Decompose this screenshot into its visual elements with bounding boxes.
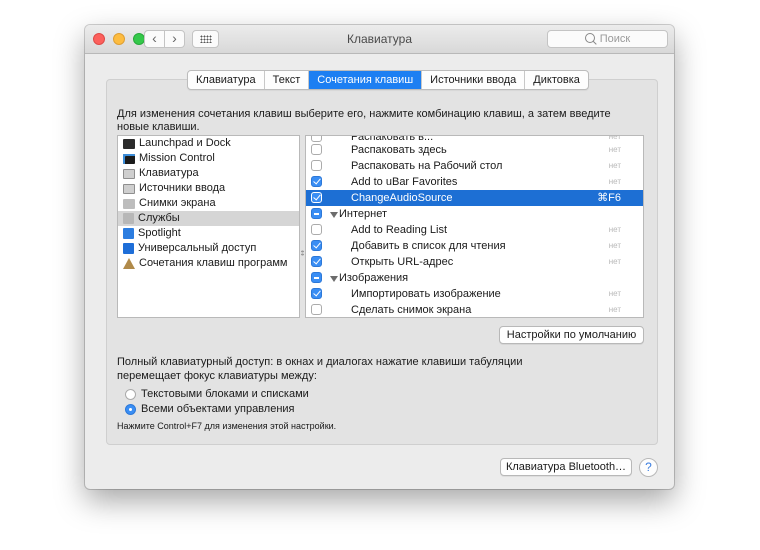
category-label: Универсальный доступ [138,242,257,254]
shortcut-row[interactable]: Импортировать изображение нет [306,286,643,302]
shortcut-label: Сделать снимок экрана [351,304,472,316]
shortcut-label: Открыть URL-адрес [351,256,454,268]
shortcut-row[interactable]: Add to Reading List нет [306,222,643,238]
tab-3[interactable]: Источники ввода [422,71,526,89]
shortcut-key[interactable]: нет [609,174,621,190]
category-item[interactable]: Spotlight [118,226,299,241]
category-label: Клавиатура [139,167,199,179]
shortcut-key[interactable]: нет [609,254,621,270]
shortcut-group-row[interactable]: Изображения [306,270,643,286]
tab-4[interactable]: Диктовка [525,71,588,89]
search-placeholder: Поиск [599,33,631,45]
shortcut-label: Add to Reading List [351,224,448,236]
tab-0[interactable]: Клавиатура [188,71,265,89]
preferences-window: ‹ › Клавиатура Поиск Клавиатура Текст Соче… [85,25,674,489]
shortcut-row[interactable]: ChangeAudioSource ⌘F6 [306,190,643,206]
shortcut-note: Нажмите Control+F7 для изменения этой на… [117,421,337,431]
shortcut-label: Импортировать изображение [351,288,501,300]
shortcut-key[interactable]: нет [609,158,621,174]
shortcut-key[interactable]: нет [609,286,621,302]
shortcut-label: Распаковать в... [351,136,434,142]
search-field[interactable]: Поиск [547,30,668,48]
category-label: Службы [138,212,180,224]
accessibility-icon [123,243,134,254]
radio-button[interactable] [125,403,136,415]
keyboard-icon [123,168,135,179]
shortcut-row[interactable]: Сделать снимок экрана нет [306,302,643,317]
launchpad-icon [123,138,135,149]
radio-label: Текстовыми блоками и списками [141,388,309,400]
shortcut-label: Изображения [339,272,409,284]
shortcut-row[interactable]: Распаковать здесь нет [306,142,643,158]
tab-bar: Клавиатура Текст Сочетания клавиш Источники… [187,70,589,90]
shortcut-list[interactable]: Распаковать в... нет Распаковать здесь нет Р… [305,135,644,318]
shortcut-row[interactable]: Добавить в список для чтения нет [306,238,643,254]
radio-all-controls[interactable]: Всеми объектами управления [125,402,295,416]
input-sources-icon [123,183,135,194]
shortcut-checkbox[interactable] [311,240,322,251]
category-list[interactable]: Launchpad и Dock Mission Control Клавиатур… [117,135,300,318]
shortcut-checkbox[interactable] [311,272,322,283]
radio-label: Всеми объектами управления [141,403,295,415]
radio-button[interactable] [125,388,136,400]
category-item[interactable]: Сочетания клавиш программ [118,256,299,271]
shortcut-row[interactable]: Add to uBar Favorites нет [306,174,643,190]
search-icon [584,33,595,43]
shortcut-key[interactable]: нет [609,302,621,317]
shortcut-checkbox[interactable] [311,208,322,219]
full-keyboard-access-text: Полный клавиатурный доступ: в окнах и ди… [117,356,523,382]
shortcut-key[interactable]: нет [609,222,621,238]
shortcut-label: Распаковать здесь [351,144,447,156]
tab-2[interactable]: Сочетания клавиш [309,71,423,89]
shortcut-checkbox[interactable] [311,144,322,155]
category-label: Снимки экрана [139,197,216,209]
shortcut-group-row[interactable]: Интернет [306,206,643,222]
shortcut-key[interactable]: нет [609,136,621,141]
services-gear-icon [123,213,134,224]
instructions-text: Для изменения сочетания клавиш выберите … [117,108,611,133]
shortcut-label: Распаковать на Рабочий стол [351,160,503,172]
spotlight-icon [123,228,134,239]
category-item[interactable]: Снимки экрана [118,196,299,211]
shortcut-key[interactable]: нет [609,238,621,254]
restore-defaults-button[interactable]: Настройки по умолчанию [499,326,644,344]
category-item[interactable]: Mission Control [118,151,299,166]
shortcut-checkbox[interactable] [311,224,322,235]
category-label: Launchpad и Dock [139,137,231,149]
disclosure-triangle-icon[interactable] [330,276,338,282]
title-bar: ‹ › Клавиатура Поиск [85,25,674,54]
shortcut-checkbox[interactable] [311,304,322,315]
radio-text-boxes[interactable]: Текстовыми блоками и списками [125,387,309,401]
shortcut-label: ChangeAudioSource [351,192,453,204]
shortcut-label: Интернет [339,208,387,220]
category-item[interactable]: Launchpad и Dock [118,136,299,151]
shortcut-label: Add to uBar Favorites [351,176,458,188]
shortcut-checkbox[interactable] [311,192,322,203]
category-label: Mission Control [139,152,215,164]
screenshot-icon [123,198,135,209]
category-item[interactable]: Клавиатура [118,166,299,181]
category-label: Сочетания клавиш программ [139,257,288,269]
shortcut-checkbox[interactable] [311,160,322,171]
category-item[interactable]: Универсальный доступ [118,241,299,256]
shortcut-key[interactable]: нет [609,142,621,158]
bluetooth-keyboard-button[interactable]: Клавиатура Bluetooth… [500,458,632,476]
category-label: Spotlight [138,227,181,239]
help-button[interactable]: ? [639,458,658,477]
shortcut-row[interactable]: Распаковать на Рабочий стол нет [306,158,643,174]
shortcut-checkbox[interactable] [311,176,322,187]
shortcut-key[interactable]: ⌘F6 [597,190,621,206]
category-item[interactable]: Источники ввода [118,181,299,196]
disclosure-triangle-icon[interactable] [330,212,338,218]
shortcut-row[interactable]: Открыть URL-адрес нет [306,254,643,270]
category-label: Источники ввода [139,182,226,194]
shortcut-label: Добавить в список для чтения [351,240,506,252]
app-shortcuts-icon [123,258,135,269]
mission-control-icon [123,153,135,164]
category-item[interactable]: Службы [118,211,299,226]
shortcut-checkbox[interactable] [311,256,322,267]
tab-1[interactable]: Текст [265,71,310,89]
shortcut-checkbox[interactable] [311,288,322,299]
